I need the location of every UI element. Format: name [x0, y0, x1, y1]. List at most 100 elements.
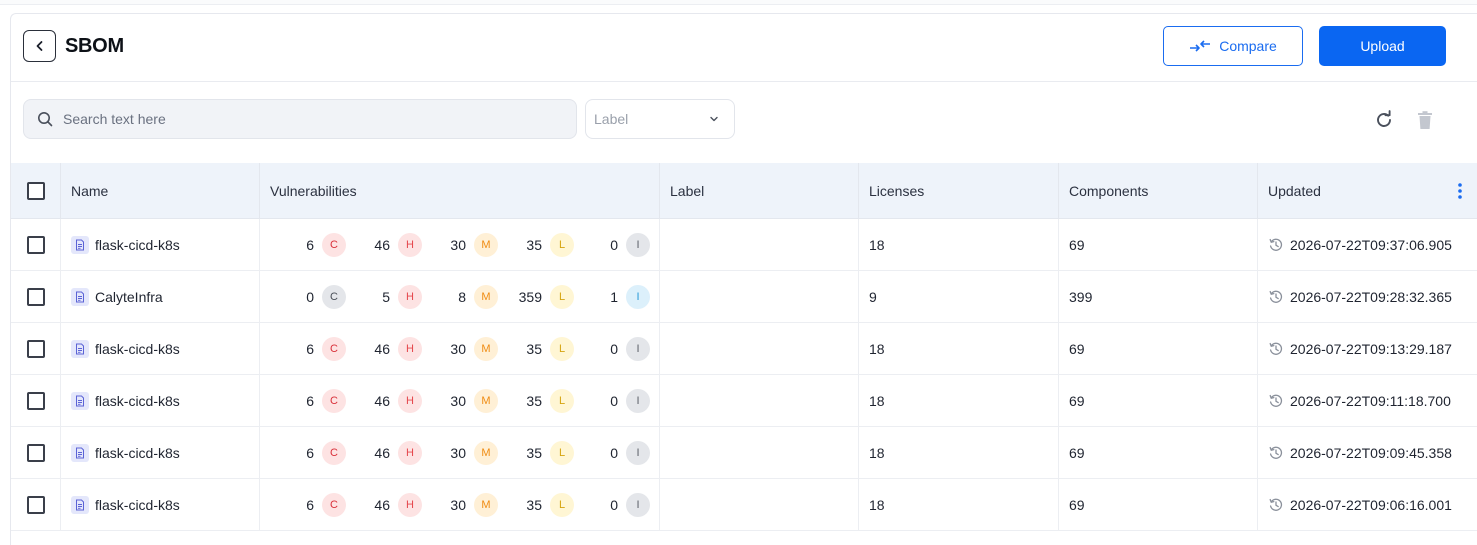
- vuln-number: 6: [306, 392, 314, 409]
- severity-badge-h: H: [398, 284, 422, 309]
- document-icon: [71, 235, 89, 254]
- vuln-count-l: 35 L: [498, 440, 574, 465]
- vuln-number: 0: [610, 496, 618, 513]
- row-check-cell: [11, 427, 61, 478]
- table-row[interactable]: flask-cicd-k8s 6 C 46 H 30 M 35 L 0 I 18 69 2026-07-2…: [11, 479, 1477, 531]
- severity-badge-m: M: [474, 440, 498, 465]
- vuln-number: 30: [450, 444, 466, 461]
- vuln-count-m: 30 M: [422, 232, 498, 257]
- sbom-name-link[interactable]: flask-cicd-k8s: [95, 237, 180, 253]
- name-cell: flask-cicd-k8s: [61, 219, 260, 270]
- severity-badge-m: M: [474, 232, 498, 257]
- vuln-number: 1: [610, 288, 618, 305]
- vuln-number: 0: [610, 340, 618, 357]
- vuln-number: 46: [374, 340, 390, 357]
- severity-badge-i: I: [626, 492, 650, 517]
- severity-badge-l: L: [550, 336, 574, 361]
- column-header-updated[interactable]: Updated: [1258, 163, 1477, 218]
- severity-badge-c: C: [322, 232, 346, 257]
- table-row[interactable]: flask-cicd-k8s 6 C 46 H 30 M 35 L 0 I 18 69 2026-07-2…: [11, 375, 1477, 427]
- refresh-icon[interactable]: [1373, 109, 1395, 131]
- vuln-number: 5: [382, 288, 390, 305]
- table-row[interactable]: CalyteInfra 0 C 5 H 8 M 359 L 1 I 9 399 2026-07-22T09…: [11, 271, 1477, 323]
- severity-badge-l: L: [550, 232, 574, 257]
- vuln-number: 35: [526, 236, 542, 253]
- sbom-name-link[interactable]: flask-cicd-k8s: [95, 341, 180, 357]
- vulnerability-counts: 6 C 46 H 30 M 35 L 0 I: [270, 492, 650, 517]
- table-row[interactable]: flask-cicd-k8s 6 C 46 H 30 M 35 L 0 I 18 69 2026-07-2…: [11, 323, 1477, 375]
- search-input[interactable]: [63, 111, 543, 127]
- select-all-checkbox[interactable]: [26, 181, 45, 200]
- header-check-cell: [11, 163, 61, 218]
- upload-button[interactable]: Upload: [1319, 26, 1446, 66]
- vuln-number: 0: [610, 392, 618, 409]
- vuln-count-m: 8M: [422, 284, 498, 309]
- severity-badge-l: L: [550, 388, 574, 413]
- vuln-number: 35: [526, 496, 542, 513]
- vulnerability-counts: 6 C 46 H 30 M 35 L 0 I: [270, 336, 650, 361]
- name-cell: flask-cicd-k8s: [61, 479, 260, 530]
- row-checkbox[interactable]: [26, 235, 45, 254]
- vulnerability-counts: 6 C 46 H 30 M 35 L 0 I: [270, 440, 650, 465]
- label-cell: [660, 375, 859, 426]
- table-header-row: Name Vulnerabilities Label Licenses Comp…: [11, 163, 1477, 219]
- vulnerabilities-cell: 0 C 5 H 8 M 359 L 1 I: [260, 271, 660, 322]
- licenses-cell: 18: [859, 323, 1059, 374]
- table-row[interactable]: flask-cicd-k8s 6 C 46 H 30 M 35 L 0 I 18 69 2026-07-2…: [11, 219, 1477, 271]
- trash-icon[interactable]: [1414, 109, 1436, 131]
- sbom-table: Name Vulnerabilities Label Licenses Comp…: [11, 163, 1477, 531]
- vuln-number: 0: [306, 288, 314, 305]
- components-cell: 69: [1059, 375, 1258, 426]
- column-header-label[interactable]: Label: [660, 163, 859, 218]
- vuln-count-m: 30 M: [422, 440, 498, 465]
- back-button[interactable]: [23, 30, 56, 62]
- vuln-count-i: 0I: [574, 388, 650, 413]
- vuln-count-m: 30 M: [422, 336, 498, 361]
- page-title: SBOM: [65, 35, 124, 57]
- search-box[interactable]: [23, 99, 577, 139]
- vuln-count-i: 0I: [574, 492, 650, 517]
- column-header-vulnerabilities[interactable]: Vulnerabilities: [260, 163, 660, 218]
- sbom-name-link[interactable]: flask-cicd-k8s: [95, 497, 180, 513]
- name-cell: CalyteInfra: [61, 271, 260, 322]
- vuln-number: 6: [306, 496, 314, 513]
- table-row[interactable]: flask-cicd-k8s 6 C 46 H 30 M 35 L 0 I 18 69 2026-07-2…: [11, 427, 1477, 479]
- vuln-number: 35: [526, 340, 542, 357]
- row-checkbox[interactable]: [26, 443, 45, 462]
- vulnerabilities-cell: 6 C 46 H 30 M 35 L 0 I: [260, 219, 660, 270]
- vulnerability-counts: 6 C 46 H 30 M 35 L 0 I: [270, 388, 650, 413]
- row-checkbox[interactable]: [26, 287, 45, 306]
- sbom-name-link[interactable]: CalyteInfra: [95, 289, 163, 305]
- vuln-number: 35: [526, 444, 542, 461]
- row-check-cell: [11, 479, 61, 530]
- vuln-number: 30: [450, 340, 466, 357]
- label-cell: [660, 219, 859, 270]
- compare-label: Compare: [1219, 38, 1277, 54]
- label-select[interactable]: Label: [585, 99, 735, 139]
- components-cell: 69: [1059, 479, 1258, 530]
- compare-button[interactable]: Compare: [1163, 26, 1303, 66]
- vuln-count-l: 35 L: [498, 336, 574, 361]
- vuln-number: 6: [306, 340, 314, 357]
- row-checkbox[interactable]: [26, 495, 45, 514]
- updated-timestamp: 2026-07-22T09:13:29.187: [1290, 340, 1452, 357]
- column-header-licenses[interactable]: Licenses: [859, 163, 1059, 218]
- vuln-number: 6: [306, 236, 314, 253]
- sbom-name-link[interactable]: flask-cicd-k8s: [95, 393, 180, 409]
- severity-badge-i: I: [626, 440, 650, 465]
- sbom-name-link[interactable]: flask-cicd-k8s: [95, 445, 180, 461]
- vuln-count-c: 6C: [270, 336, 346, 361]
- vuln-count-i: 0I: [574, 232, 650, 257]
- row-checkbox[interactable]: [26, 339, 45, 358]
- column-header-name[interactable]: Name: [61, 163, 260, 218]
- column-header-components[interactable]: Components: [1059, 163, 1258, 218]
- severity-badge-i: I: [626, 388, 650, 413]
- name-cell: flask-cicd-k8s: [61, 427, 260, 478]
- vuln-count-c: 0C: [270, 284, 346, 309]
- updated-cell: 2026-07-22T09:11:18.700: [1258, 375, 1477, 426]
- vuln-number: 46: [374, 236, 390, 253]
- sbom-card: SBOM Compare Upload Label: [10, 13, 1477, 545]
- kebab-menu-icon[interactable]: [1457, 182, 1463, 200]
- severity-badge-l: L: [550, 492, 574, 517]
- row-checkbox[interactable]: [26, 391, 45, 410]
